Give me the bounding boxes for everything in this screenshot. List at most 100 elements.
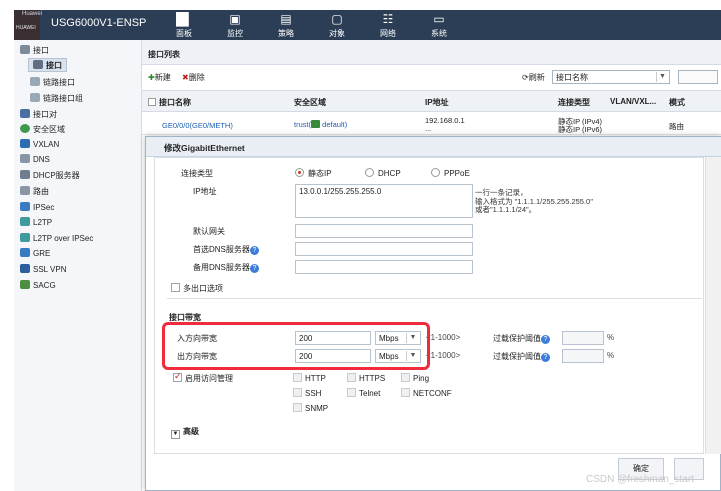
sidebar-item-interface-pair[interactable]: 接口对	[20, 109, 57, 120]
dns1-label-text: 首选DNS服务器	[193, 245, 250, 254]
table-row[interactable]: GE0/0/0(GE0/METH) trust( default) 192.16…	[142, 113, 721, 135]
network-icon: ☷	[382, 12, 394, 26]
radio-dot	[295, 168, 304, 177]
telnet-checkbox[interactable]: Telnet	[347, 388, 380, 398]
ip-hint: 一行一条记录， 输入格式为 "1.1.1.1/255.255.255.0" 或者…	[475, 188, 593, 215]
http-checkbox[interactable]: HTTP	[293, 373, 326, 383]
sidebar-item-route[interactable]: 路由	[20, 186, 49, 197]
refresh-button[interactable]: ⟳刷新	[522, 72, 545, 83]
plus-icon: ✚	[148, 73, 155, 82]
sidebar-item-gre[interactable]: GRE	[20, 248, 50, 258]
nav-system[interactable]: ▭ 系统	[419, 10, 459, 40]
ssh-checkbox[interactable]: SSH	[293, 388, 321, 398]
route-icon	[20, 186, 30, 195]
dns2-input[interactable]	[295, 260, 473, 274]
ipsec-icon	[20, 202, 30, 211]
sidebar-item-l2tp[interactable]: L2TP	[20, 217, 52, 227]
nav-monitor[interactable]: ▣ 监控	[215, 10, 255, 40]
sidebar-item-vxlan[interactable]: VXLAN	[20, 139, 59, 149]
sidebar-item-interface[interactable]: 接口	[28, 58, 67, 72]
filter-field-select[interactable]: 接口名称 ▼	[552, 70, 670, 84]
nav-system-label: 系统	[431, 29, 447, 38]
multi-exit-checkbox[interactable]	[171, 283, 180, 292]
nav-object[interactable]: ▢ 对象	[317, 10, 357, 40]
checkbox-box	[347, 388, 356, 397]
sidebar-item-ipsec[interactable]: IPSec	[20, 202, 54, 212]
gateway-input[interactable]	[295, 224, 473, 238]
in-overload-input[interactable]	[562, 331, 604, 345]
ip-address-label: IP地址	[193, 187, 217, 196]
edit-interface-dialog: 修改GigabitEthernet 连接类型 静态IP DHCP PPPoE I…	[145, 136, 721, 491]
sidebar-item-label: 链路接口组	[43, 94, 83, 103]
sidebar-item-label: 安全区域	[33, 125, 65, 134]
column-connection-type[interactable]: 连接类型	[558, 97, 590, 108]
radio-pppoe[interactable]: PPPoE	[431, 168, 470, 178]
interface-folder-icon	[20, 45, 30, 54]
interface-name-link[interactable]: GE0/0/0(GE0/METH)	[162, 121, 233, 130]
netconf-checkbox[interactable]: NETCONF	[401, 388, 452, 398]
nav-dashboard-label: 面板	[176, 29, 192, 38]
checkbox-box	[293, 403, 302, 412]
help-icon[interactable]: ?	[541, 335, 550, 344]
new-button[interactable]: ✚新建	[148, 72, 171, 83]
mode-cell: 路由	[669, 122, 684, 131]
sidebar-item-label: 链路接口	[43, 78, 75, 87]
help-icon[interactable]: ?	[249, 264, 259, 273]
radio-dot	[431, 168, 440, 177]
sidebar-item-security-zone[interactable]: 安全区域	[20, 124, 65, 135]
select-all-checkbox[interactable]	[148, 98, 156, 106]
multi-exit-toggle[interactable]: 多出口选项	[171, 283, 223, 294]
snmp-checkbox[interactable]: SNMP	[293, 403, 328, 413]
sidebar-item-link-group[interactable]: 链路接口组	[30, 93, 83, 104]
sidebar-item-interface-group[interactable]: 接口	[20, 45, 49, 56]
sidebar-item-dns[interactable]: DNS	[20, 154, 50, 164]
in-range-hint: <1-1000>	[426, 333, 461, 342]
brand-top-text: Huawei	[22, 11, 43, 17]
ip-address-textarea[interactable]: 13.0.0.1/255.255.255.0	[295, 184, 473, 218]
sidebar-item-dhcp[interactable]: DHCP服务器	[20, 170, 80, 181]
monitor-icon: ▣	[229, 12, 241, 26]
access-mgmt-toggle[interactable]: 启用访问管理	[173, 371, 233, 384]
interface-icon	[33, 60, 43, 69]
out-overload-input[interactable]	[562, 349, 604, 363]
column-interface-name[interactable]: 接口名称	[148, 97, 191, 108]
help-icon[interactable]: ?	[541, 353, 550, 362]
dns1-input[interactable]	[295, 242, 473, 256]
protocol-label: SSH	[305, 389, 322, 398]
ping-checkbox[interactable]: Ping	[401, 373, 429, 383]
dialog-scrollbar[interactable]	[705, 157, 721, 454]
filter-input[interactable]	[678, 70, 718, 84]
sidebar-item-label: L2TP over IPSec	[33, 234, 94, 243]
percent-sign: %	[607, 333, 615, 342]
dialog-title: 修改GigabitEthernet	[146, 137, 721, 157]
protocol-label: Telnet	[359, 389, 381, 398]
sslvpn-icon	[20, 264, 30, 273]
sidebar-item-ssl-vpn[interactable]: SSL VPN	[20, 264, 67, 274]
delete-button-label: 删除	[188, 73, 205, 82]
help-icon[interactable]: ?	[249, 246, 259, 255]
https-checkbox[interactable]: HTTPS	[347, 373, 385, 383]
watermark: CSDN @freshman_start	[586, 474, 694, 485]
sidebar-item-l2tp-over-ipsec[interactable]: L2TP over IPSec	[20, 233, 93, 243]
sidebar-item-sacg[interactable]: SACG	[20, 280, 56, 290]
radio-dhcp[interactable]: DHCP	[365, 168, 401, 178]
product-name: USG6000V1-ENSP	[51, 17, 147, 29]
column-mode[interactable]: 模式	[669, 97, 685, 108]
brand-bottom-text: HUAWEI	[16, 25, 36, 31]
delete-button[interactable]: ✖删除	[182, 72, 205, 83]
sacg-icon	[20, 280, 30, 289]
radio-static-ip[interactable]: 静态IP	[295, 168, 332, 179]
sidebar-item-link-interface[interactable]: 链路接口	[30, 77, 75, 88]
column-vlan[interactable]: VLAN/VXL...	[610, 97, 656, 106]
column-ip-address[interactable]: IP地址	[425, 97, 449, 108]
radio-label: 静态IP	[308, 169, 332, 178]
advanced-label: 高级	[183, 427, 199, 436]
nav-dashboard[interactable]: █▌ 面板	[164, 10, 204, 40]
access-mgmt-checkbox[interactable]	[173, 371, 182, 382]
nav-network[interactable]: ☷ 网络	[368, 10, 408, 40]
advanced-toggle[interactable]: ▼ 高级	[171, 426, 199, 439]
in-overload-label: 过载保护阈值?	[493, 333, 550, 344]
checkbox-box	[401, 388, 410, 397]
nav-policy[interactable]: ▤ 策略	[266, 10, 306, 40]
column-security-zone[interactable]: 安全区域	[294, 97, 326, 108]
